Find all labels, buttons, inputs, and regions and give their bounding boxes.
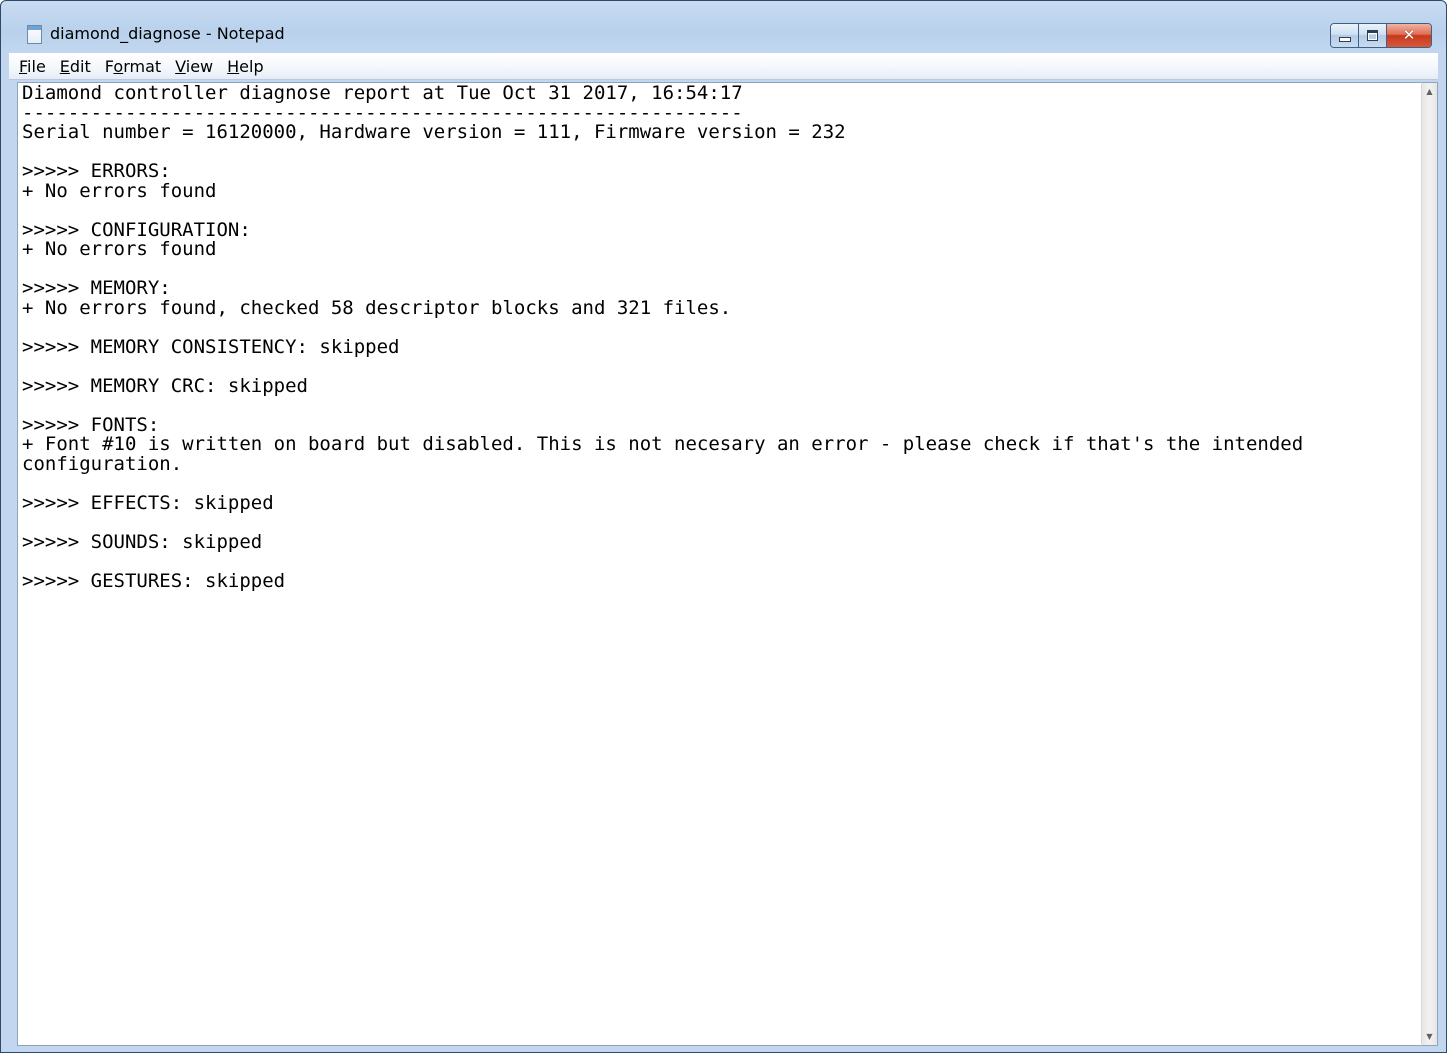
minimize-icon — [1338, 37, 1351, 42]
window-title: diamond_diagnose - Notepad — [50, 24, 285, 43]
caption-buttons: ✕ — [1330, 23, 1432, 48]
maximize-icon — [1367, 30, 1378, 41]
maximize-button[interactable] — [1359, 24, 1387, 47]
document-text[interactable]: Diamond controller diagnose report at Tu… — [18, 83, 1422, 591]
menu-format[interactable]: Format — [105, 57, 161, 76]
close-button[interactable]: ✕ — [1387, 24, 1431, 47]
menu-help[interactable]: Help — [227, 57, 263, 76]
vertical-scrollbar[interactable]: ▲ ▼ — [1421, 82, 1438, 1046]
menu-view[interactable]: View — [175, 57, 213, 76]
title-bar[interactable]: diamond_diagnose - Notepad ✕ — [1, 1, 1446, 53]
notepad-icon[interactable] — [27, 25, 42, 44]
scroll-up-icon[interactable]: ▲ — [1422, 83, 1437, 100]
notepad-window: diamond_diagnose - Notepad ✕ File Edit F… — [0, 0, 1447, 1053]
close-icon: ✕ — [1402, 26, 1416, 44]
minimize-button[interactable] — [1331, 24, 1359, 47]
text-editor[interactable]: Diamond controller diagnose report at Tu… — [17, 82, 1422, 1046]
menu-file[interactable]: File — [19, 57, 46, 76]
menu-edit[interactable]: Edit — [60, 57, 91, 76]
menu-bar: File Edit Format View Help — [9, 53, 1438, 80]
scroll-down-icon[interactable]: ▼ — [1422, 1028, 1437, 1045]
window-frame-bottom — [1, 1046, 1446, 1052]
